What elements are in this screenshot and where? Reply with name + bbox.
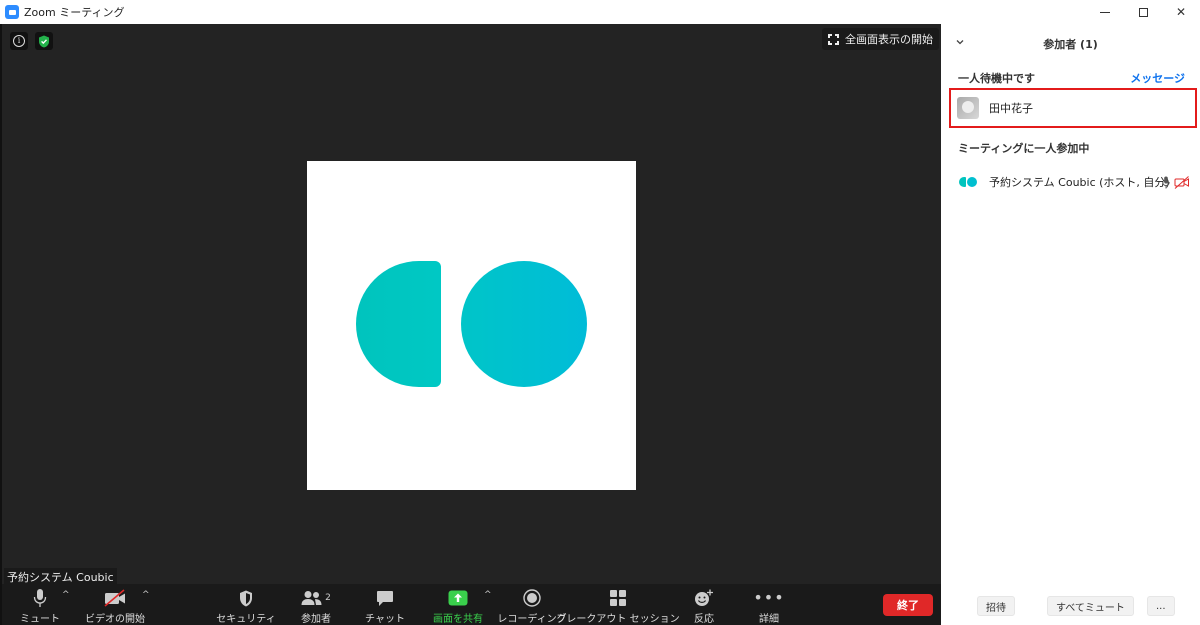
end-meeting-button[interactable]: 終了 [883, 594, 933, 616]
title-bar: Zoom ミーティング ✕ [0, 0, 1200, 24]
panel-header: 参加者 (1) [941, 24, 1200, 64]
record-icon [523, 589, 541, 607]
close-icon: ✕ [1175, 5, 1187, 19]
zoom-app-icon [5, 5, 19, 19]
shield-check-icon [39, 35, 49, 47]
in-meeting-title: ミーティングに一人参加中 [958, 142, 1090, 155]
participants-icon [301, 591, 322, 605]
window-controls: ✕ [1086, 0, 1200, 24]
info-icon: i [13, 35, 25, 47]
recording-button[interactable]: レコーディング [497, 584, 567, 625]
more-button[interactable]: ••• 詳細 [753, 584, 785, 625]
security-label: セキュリティ [216, 614, 276, 625]
fullscreen-button[interactable]: 全画面表示の開始 [822, 28, 939, 50]
close-button[interactable]: ✕ [1162, 0, 1200, 24]
meeting-info-button[interactable]: i [10, 32, 28, 50]
participants-label: 参加者 [301, 614, 331, 625]
share-options-caret-icon[interactable]: ^ [484, 590, 492, 600]
video-off-icon[interactable] [1174, 176, 1190, 189]
video-options-caret-icon[interactable]: ^ [142, 590, 150, 600]
mute-all-button[interactable]: すべてミュート [1047, 596, 1134, 616]
minimize-icon [1100, 11, 1110, 13]
panel-title: 参加者 (1) [1043, 38, 1098, 51]
breakout-rooms-icon [610, 590, 626, 606]
participants-count: 2 [325, 593, 331, 603]
waiting-participant-row[interactable]: 田中花子 [949, 88, 1197, 128]
start-video-button[interactable]: ビデオの開始 [85, 584, 145, 625]
waiting-room-title: 一人待機中です [958, 72, 1035, 85]
coubic-logo-circle-shape [461, 261, 587, 387]
share-screen-icon [448, 590, 468, 606]
window-title: Zoom ミーティング [24, 6, 125, 19]
participant-video-tile [307, 161, 636, 490]
minimize-button[interactable] [1086, 0, 1124, 24]
fullscreen-label: 全画面表示の開始 [845, 33, 933, 46]
chat-button[interactable]: チャット [365, 584, 405, 625]
meeting-toolbar: ミュート ^ ビデオの開始 ^ セキュリティ 2 参加者 チャット 画面を共有 … [0, 584, 941, 625]
maximize-icon [1138, 7, 1148, 17]
video-area: i 全画面表示の開始 予約システム Coubic [0, 24, 941, 586]
breakout-rooms-label: ブレークアウト セッション [556, 614, 680, 625]
chat-label: チャット [365, 614, 405, 625]
chat-icon [377, 590, 393, 606]
encryption-button[interactable] [35, 32, 53, 50]
mute-button[interactable]: ミュート [20, 584, 60, 625]
more-label: 詳細 [759, 614, 779, 625]
avatar [957, 97, 979, 119]
shield-icon [240, 590, 252, 606]
waiting-participant-name: 田中花子 [989, 102, 1033, 115]
fullscreen-icon [828, 33, 839, 45]
participant-name: 予約システム Coubic (ホスト, 自分) [989, 176, 1170, 189]
coubic-logo-half-shape [356, 261, 441, 387]
share-screen-label: 画面を共有 [433, 614, 483, 625]
more-dots-icon: ••• [753, 588, 785, 607]
reactions-label: 反応 [694, 614, 714, 625]
breakout-rooms-button[interactable]: ブレークアウト セッション [556, 584, 680, 625]
mute-label: ミュート [20, 614, 60, 625]
maximize-button[interactable] [1124, 0, 1162, 24]
panel-footer: 招待 すべてミュート ... [941, 594, 1200, 618]
reaction-emoji-icon [695, 589, 713, 606]
participants-panel: 参加者 (1) 一人待機中です メッセージ 田中花子 ミーティングに一人参加中 … [941, 24, 1200, 625]
audio-options-caret-icon[interactable]: ^ [62, 590, 70, 600]
microphone-icon [33, 589, 47, 607]
chevron-down-icon[interactable] [956, 38, 964, 46]
start-video-label: ビデオの開始 [85, 614, 145, 625]
share-screen-button[interactable]: 画面を共有 [432, 584, 484, 625]
video-off-icon [104, 589, 125, 607]
message-link[interactable]: メッセージ [1130, 70, 1185, 86]
panel-more-button[interactable]: ... [1147, 596, 1175, 616]
coubic-avatar-icon [959, 177, 977, 187]
microphone-icon[interactable] [1162, 176, 1170, 189]
reactions-button[interactable]: 反応 [690, 584, 718, 625]
security-button[interactable]: セキュリティ [216, 584, 276, 625]
participant-row[interactable]: 予約システム Coubic (ホスト, 自分) [941, 169, 1200, 195]
participants-button[interactable]: 2 参加者 [296, 584, 336, 625]
invite-button[interactable]: 招待 [977, 596, 1015, 616]
